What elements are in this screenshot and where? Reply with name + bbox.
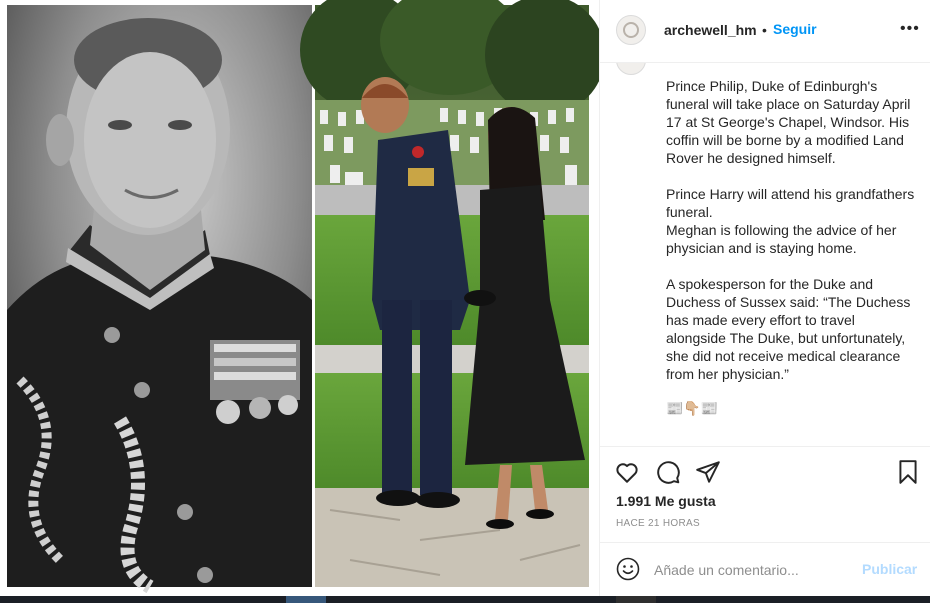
portrait-photo-icon [7, 5, 312, 594]
bottom-strip-segment-2 [616, 596, 656, 603]
avatar[interactable] [616, 15, 646, 45]
caption-area[interactable]: Prince Philip, Duke of Edinburgh's funer… [600, 63, 930, 446]
post-image-graphic [7, 0, 599, 594]
caption-emoji: 📰👇🏼📰 [666, 400, 719, 416]
share-paper-plane-icon[interactable] [695, 459, 721, 485]
couple-photo-icon [300, 0, 599, 587]
archewell-logo-icon [623, 22, 639, 38]
emoji-smile-icon[interactable] [616, 557, 640, 581]
post-image[interactable] [0, 0, 599, 596]
publish-button[interactable]: Publicar [862, 561, 917, 577]
caption-text: Prince Philip, Duke of Edinburgh's funer… [666, 63, 916, 435]
more-options-icon[interactable]: ••• [900, 21, 920, 37]
likes-count[interactable]: 1.991 Me gusta [616, 493, 716, 509]
like-heart-icon[interactable] [614, 459, 640, 485]
comment-bar: Publicar [600, 542, 930, 597]
username-link[interactable]: archewell_hm [664, 22, 757, 38]
instagram-post-window: archewell_hm • Seguir ••• Prince Philip,… [0, 0, 930, 603]
caption-avatar[interactable] [616, 63, 646, 75]
post-side-panel: archewell_hm • Seguir ••• Prince Philip,… [599, 0, 930, 596]
post-timestamp[interactable]: HACE 21 HORAS [616, 518, 700, 529]
save-bookmark-icon[interactable] [895, 459, 921, 485]
bottom-strip-segment [286, 596, 326, 603]
comment-bubble-icon[interactable] [655, 459, 681, 485]
bottom-strip [0, 596, 930, 603]
post-actions: 1.991 Me gusta HACE 21 HORAS [600, 446, 930, 543]
post-header: archewell_hm • Seguir ••• [600, 0, 930, 63]
follow-button[interactable]: Seguir [773, 21, 817, 37]
caption-body: Prince Philip, Duke of Edinburgh's funer… [666, 78, 915, 382]
separator-dot: • [762, 22, 767, 38]
comment-input[interactable] [654, 559, 854, 581]
